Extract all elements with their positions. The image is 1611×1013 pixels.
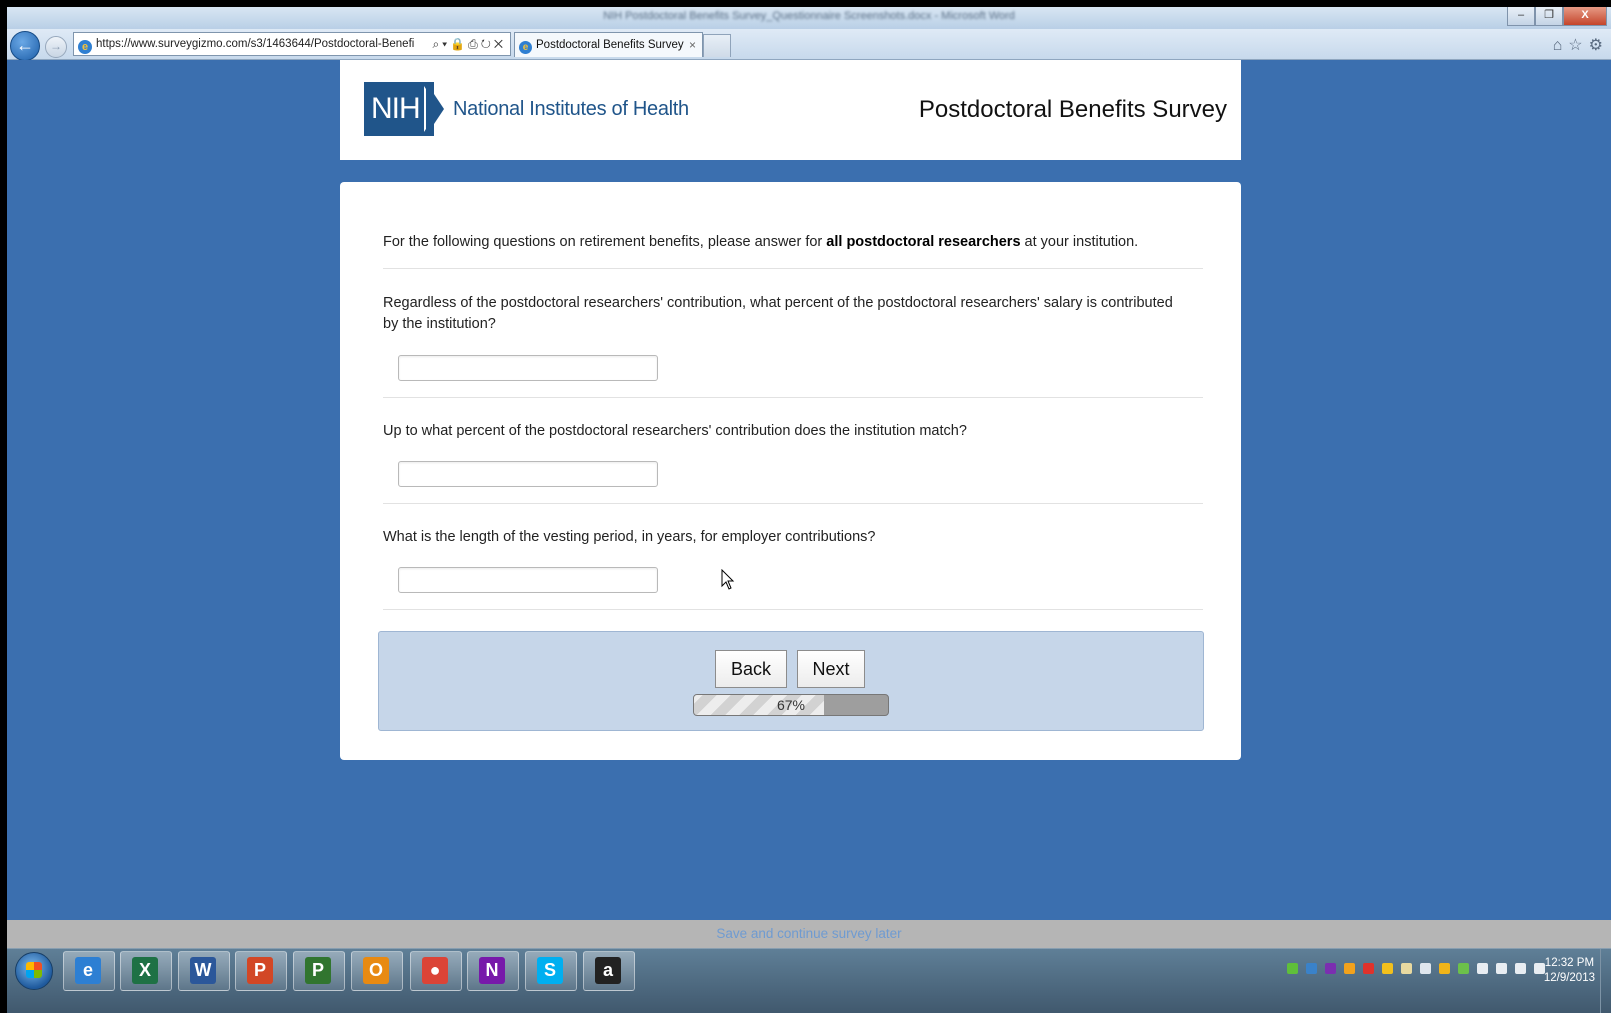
window-controls: – ❐ X <box>1507 7 1607 26</box>
back-button[interactable]: Back <box>715 650 787 688</box>
intro-text-end: at your institution. <box>1020 234 1139 250</box>
ie-favicon-icon: e <box>78 40 92 54</box>
forward-arrow-icon[interactable]: → <box>45 36 67 58</box>
start-button[interactable] <box>15 952 53 990</box>
outlook-icon: O <box>363 957 389 984</box>
next-button[interactable]: Next <box>797 650 865 688</box>
intro-text-bold: all postdoctoral researchers <box>826 234 1021 250</box>
taskbar-powerpoint-icon[interactable]: P <box>235 951 287 991</box>
tray-icon[interactable] <box>1344 963 1355 975</box>
tab-title: Postdoctoral Benefits Survey <box>536 39 684 51</box>
survey-nav-panel: Back Next 67% <box>378 631 1204 731</box>
survey-header: NIH National Institutes of Health Postdo… <box>340 60 1241 160</box>
tray-icon[interactable] <box>1439 963 1450 975</box>
window-title: NIH Postdoctoral Benefits Survey_Questio… <box>603 10 1015 22</box>
tray-icon[interactable] <box>1325 963 1336 975</box>
survey-page: NIH National Institutes of Health Postdo… <box>7 60 1611 968</box>
flag-icon[interactable] <box>1477 963 1488 975</box>
org-name: National Institutes of Health <box>453 98 689 120</box>
tray-icon[interactable] <box>1306 963 1317 975</box>
address-bar[interactable]: e https://www.surveygizmo.com/s3/1463644/… <box>73 32 511 56</box>
survey-title: Postdoctoral Benefits Survey <box>918 96 1227 123</box>
project-icon: P <box>305 957 331 984</box>
home-favorites-tools-icons[interactable]: ⌂☆⚙ <box>1553 35 1609 55</box>
restore-button[interactable]: ❐ <box>1535 7 1563 26</box>
taskbar-outlook-icon[interactable]: O <box>351 951 403 991</box>
network-icon[interactable] <box>1496 963 1507 975</box>
address-url: https://www.surveygizmo.com/s3/1463644/P… <box>96 38 415 50</box>
clock-time: 12:32 PM <box>1544 957 1595 969</box>
desktop-screen: NIH Postdoctoral Benefits Survey_Questio… <box>7 7 1611 1013</box>
word-icon: W <box>190 957 216 984</box>
skype-icon: S <box>537 957 563 984</box>
taskbar-project-icon[interactable]: P <box>293 951 345 991</box>
windows-taskbar: e X W P P O ● N Sa 12:32 PM 12/9/2013 <box>7 948 1611 1013</box>
close-window-button[interactable]: X <box>1563 7 1607 26</box>
divider <box>383 609 1203 610</box>
powerpoint-icon: P <box>247 957 273 984</box>
browser-navbar: ← → e https://www.surveygizmo.com/s3/1463… <box>7 29 1611 61</box>
tray-icon[interactable] <box>1420 963 1431 975</box>
survey-form: For the following questions on retiremen… <box>340 182 1241 760</box>
system-tray <box>1283 961 1549 975</box>
windows-logo-icon <box>26 962 42 978</box>
tab-close-icon[interactable]: × <box>689 33 696 57</box>
tray-icon[interactable] <box>1401 963 1412 975</box>
show-desktop-button[interactable] <box>1600 949 1611 1013</box>
address-tools-icons[interactable]: ⌕▾🔒⎙↻✕ <box>430 33 506 55</box>
progress-label: 67% <box>776 697 806 713</box>
question-1-text: Regardless of the postdoctoral researche… <box>383 295 1173 332</box>
intro-text: For the following questions on retiremen… <box>383 234 1138 250</box>
divider <box>383 503 1203 504</box>
amazon-icon: a <box>595 957 621 984</box>
window-titlebar: NIH Postdoctoral Benefits Survey_Questio… <box>7 7 1611 29</box>
question-3-text: What is the length of the vesting period… <box>383 529 876 545</box>
taskbar-excel-icon[interactable]: X <box>120 951 172 991</box>
taskbar-amazon-icon[interactable]: a <box>583 951 635 991</box>
taskbar-chrome-icon[interactable]: ● <box>410 951 462 991</box>
tab-favicon-icon: e <box>519 41 532 54</box>
taskbar-internet-explorer-icon[interactable]: e <box>63 951 115 991</box>
tray-icon[interactable] <box>1287 963 1298 975</box>
progress-bar: 67% <box>693 694 889 716</box>
tray-icon[interactable] <box>1363 963 1374 975</box>
tray-icon[interactable] <box>1382 963 1393 975</box>
clock-date: 12/9/2013 <box>1543 972 1595 984</box>
new-tab-button[interactable] <box>703 34 731 57</box>
question-1-input[interactable] <box>398 355 658 381</box>
internet-explorer-icon: e <box>75 957 101 984</box>
question-3-input[interactable] <box>398 567 658 593</box>
chrome-icon: ● <box>422 957 448 984</box>
taskbar-word-icon[interactable]: W <box>178 951 230 991</box>
clock[interactable]: 12:32 PM 12/9/2013 <box>1544 956 1595 986</box>
nih-logo-chevron-outer <box>426 82 444 136</box>
divider <box>383 268 1203 269</box>
save-continue-link[interactable]: Save and continue survey later <box>7 926 1611 941</box>
intro-text-start: For the following questions on retiremen… <box>383 234 827 250</box>
excel-icon: X <box>132 957 158 984</box>
onenote-icon: N <box>479 957 505 984</box>
taskbar-skype-icon[interactable]: S <box>525 951 577 991</box>
tray-icon[interactable] <box>1458 963 1469 975</box>
question-2-input[interactable] <box>398 461 658 487</box>
question-2-text: Up to what percent of the postdoctoral r… <box>383 423 967 439</box>
back-arrow-icon[interactable]: ← <box>10 31 40 61</box>
divider <box>383 397 1203 398</box>
minimize-button[interactable]: – <box>1507 7 1535 26</box>
taskbar-onenote-icon[interactable]: N <box>467 951 519 991</box>
browser-tab[interactable]: e Postdoctoral Benefits Survey × <box>514 32 703 57</box>
monitor-icon[interactable] <box>1515 963 1526 975</box>
